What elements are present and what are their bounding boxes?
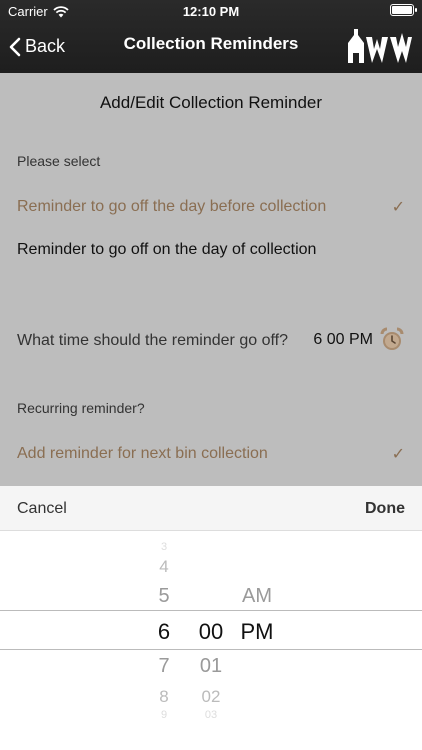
picker-toolbar: Cancel Done: [0, 486, 422, 531]
option-day-of-label: Reminder to go off on the day of collect…: [17, 241, 317, 258]
option-day-before[interactable]: Reminder to go off the day before collec…: [17, 197, 405, 217]
time-selector[interactable]: 6 00 PM: [313, 327, 405, 353]
picker-item-selected: PM: [240, 619, 274, 644]
picker-item: AM: [242, 585, 272, 607]
picker-item: 03: [204, 709, 218, 721]
picker-item: 7: [158, 655, 170, 677]
picker-item: 5: [158, 585, 170, 607]
picker-item-selected: 6: [157, 619, 171, 644]
done-button[interactable]: Done: [365, 500, 405, 518]
option-next-bin[interactable]: Add reminder for next bin collection ✓: [17, 444, 405, 464]
option-next-bin-label: Add reminder for next bin collection: [17, 445, 268, 462]
please-select-label: Please select: [17, 153, 101, 169]
picker-item-selected: 00: [198, 619, 224, 644]
alarm-clock-icon: [380, 327, 404, 350]
council-logo-icon: [348, 29, 412, 63]
reminder-form: Add/Edit Collection Reminder Please sele…: [0, 73, 422, 486]
status-time: 12:10 PM: [182, 4, 240, 19]
time-value: 6 00 PM: [313, 331, 373, 348]
picker-item: 01: [199, 655, 223, 677]
recurring-label: Recurring reminder?: [17, 400, 145, 416]
option-day-before-label: Reminder to go off the day before collec…: [17, 198, 327, 215]
cancel-button[interactable]: Cancel: [17, 500, 67, 518]
battery-icon: [390, 4, 417, 16]
picker-item: 3: [160, 541, 168, 553]
picker-item: 8: [159, 687, 169, 706]
time-picker[interactable]: 3 4 5 6 7 8 9 00 01 02 03 AM PM: [0, 531, 422, 750]
top-bar: Carrier 12:10 PM Back Collection Reminde…: [0, 0, 422, 73]
checkmark-icon: ✓: [391, 446, 405, 463]
status-bar: Carrier 12:10 PM: [0, 0, 422, 22]
time-question: What time should the reminder go off?: [17, 331, 288, 349]
picker-item: 4: [159, 557, 169, 576]
picker-item: 9: [160, 709, 168, 721]
option-day-of[interactable]: Reminder to go off on the day of collect…: [17, 241, 405, 259]
checkmark-icon: ✓: [391, 199, 405, 216]
page-title: Add/Edit Collection Reminder: [99, 93, 323, 112]
picker-item: 02: [201, 687, 221, 706]
time-row: What time should the reminder go off? 6 …: [17, 318, 405, 362]
